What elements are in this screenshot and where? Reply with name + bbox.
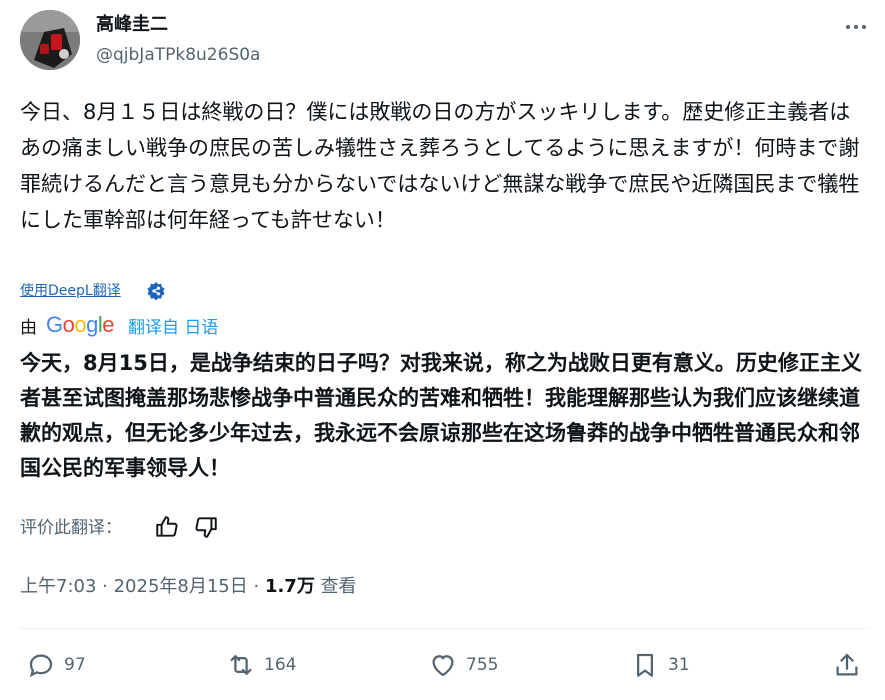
like-icon xyxy=(432,655,454,677)
reply-count: 97 xyxy=(64,655,86,675)
author-name[interactable]: 高峰圭二 xyxy=(96,12,168,38)
translated-from-label[interactable]: 翻译自 日语 xyxy=(128,316,218,340)
repost-icon xyxy=(230,655,252,675)
repost-count: 164 xyxy=(264,655,297,675)
author-handle[interactable]: @qjbJaTPk8u26S0a xyxy=(96,42,260,68)
google-logo: Google xyxy=(46,312,115,337)
thumbs-down-icon[interactable] xyxy=(193,514,219,540)
bookmark-count: 31 xyxy=(668,655,690,675)
avatar[interactable] xyxy=(20,10,80,70)
meta-separator: · xyxy=(247,576,265,597)
meta-separator: · xyxy=(96,576,114,597)
repost-button[interactable]: 164 xyxy=(226,648,296,682)
bookmark-button[interactable]: 31 xyxy=(630,648,690,682)
bookmark-icon xyxy=(637,653,653,677)
more-dot xyxy=(854,25,858,29)
tweet-text: 今日、8月１５日は終戦の日？僕には敗戦の日の方がスッキリします。歴史修正主義者は… xyxy=(20,100,860,232)
tweet-meta: 上午7:03 · 2025年8月15日 · 1.7万 查看 xyxy=(20,574,357,600)
tweet-time[interactable]: 上午7:03 xyxy=(20,576,96,597)
more-dot xyxy=(846,25,850,29)
like-button[interactable]: 755 xyxy=(428,648,498,682)
reply-icon xyxy=(29,654,53,678)
divider xyxy=(20,628,870,629)
more-icon[interactable] xyxy=(840,14,872,40)
deepl-verified-icon xyxy=(146,281,166,301)
rate-translation-label: 评价此翻译： xyxy=(20,518,122,538)
views-label: 查看 xyxy=(314,576,357,597)
view-count: 1.7万 xyxy=(264,576,315,597)
more-dot xyxy=(862,25,866,29)
tweet-date[interactable]: 2025年8月15日 xyxy=(114,576,248,597)
share-button[interactable] xyxy=(832,648,862,682)
reply-button[interactable]: 97 xyxy=(26,648,86,682)
like-count: 755 xyxy=(466,655,499,675)
thumbs-up-icon[interactable] xyxy=(154,514,180,540)
translated-text: 今天，8月15日，是战争结束的日子吗？对我来说，称之为战败日更有意义。历史修正主… xyxy=(20,351,862,480)
deepl-translate-link[interactable]: 使用DeepL翻译 xyxy=(20,281,121,301)
share-icon xyxy=(836,653,858,676)
translated-by-label: 由 xyxy=(20,318,37,338)
